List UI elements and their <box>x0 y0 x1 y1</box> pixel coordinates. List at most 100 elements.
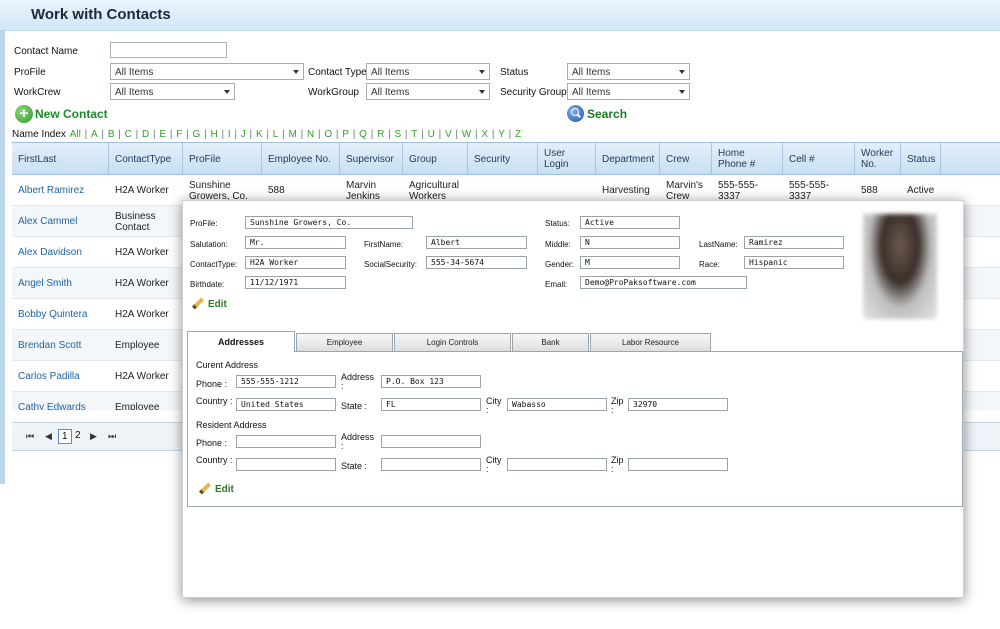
status-select[interactable]: All Items <box>567 63 690 80</box>
contact-name-link[interactable]: Brendan Scott <box>12 330 109 361</box>
current-state-label: State : <box>341 401 368 411</box>
separator: | <box>150 129 159 140</box>
resident-zip-field[interactable] <box>628 458 728 471</box>
separator: | <box>367 129 377 140</box>
name-index-letter-i[interactable]: I <box>228 129 231 140</box>
name-index-letter-d[interactable]: D <box>142 129 149 140</box>
contact-name-input[interactable] <box>110 42 227 58</box>
name-index-letter-v[interactable]: V <box>445 129 452 140</box>
name-index-letter-t[interactable]: T <box>411 129 417 140</box>
edit-contact-button[interactable]: Edit <box>191 297 227 311</box>
workcrew-select[interactable]: All Items <box>110 83 235 100</box>
contact-type-cell: H2A Worker <box>115 309 169 320</box>
workgroup-select[interactable]: All Items <box>366 83 490 100</box>
prev-page-icon[interactable]: ◀ <box>45 431 52 442</box>
name-index-letter-q[interactable]: Q <box>359 129 367 140</box>
name-index-letter-all[interactable]: All <box>70 129 81 140</box>
current-zip-label: Zip : <box>611 396 624 415</box>
security-group-label: Security Group <box>500 87 567 98</box>
contact-type-cell: H2A Worker <box>115 247 169 258</box>
name-index-letter-m[interactable]: M <box>288 129 296 140</box>
column-header-worker-no[interactable]: Worker No. <box>855 143 901 175</box>
name-index-letter-u[interactable]: U <box>428 129 435 140</box>
contact-type-select[interactable]: All Items <box>366 63 490 80</box>
column-header-supervisor[interactable]: Supervisor <box>340 143 403 175</box>
new-contact-button[interactable]: + New Contact <box>15 105 108 123</box>
profile-select[interactable]: All Items <box>110 63 304 80</box>
name-index-letter-l[interactable]: L <box>273 129 279 140</box>
name-index-letter-s[interactable]: S <box>394 129 401 140</box>
column-header-cell[interactable]: Cell # <box>783 143 855 175</box>
contact-name-link[interactable]: Bobby Quintera <box>12 299 109 330</box>
page-number[interactable]: 1 <box>58 429 72 444</box>
column-header-user-login[interactable]: User Login <box>538 143 596 175</box>
current-country-field[interactable]: United States <box>236 398 336 411</box>
tab-bank[interactable]: Bank <box>512 333 589 351</box>
contact-type-cell: Business Contact <box>115 210 156 233</box>
search-button[interactable]: Search <box>567 105 627 122</box>
column-header-profile[interactable]: ProFile <box>183 143 262 175</box>
page-number[interactable]: 2 <box>72 429 84 442</box>
first-page-icon[interactable]: ⏮ <box>26 431 34 442</box>
current-zip-field[interactable]: 32970 <box>628 398 728 411</box>
contact-name-link[interactable]: Alex Davidson <box>12 237 109 268</box>
profile-label: ProFile: <box>190 219 218 228</box>
name-index-letter-r[interactable]: R <box>377 129 384 140</box>
name-index-letter-z[interactable]: Z <box>515 129 521 140</box>
name-index-letter-k[interactable]: K <box>256 129 263 140</box>
tab-labor-resource[interactable]: Labor Resource <box>590 333 711 351</box>
name-index-letter-h[interactable]: H <box>210 129 217 140</box>
current-address-field[interactable]: P.O. Box 123 <box>381 375 481 388</box>
tab-login-controls[interactable]: Login Controls <box>394 333 511 351</box>
name-index-letter-f[interactable]: F <box>176 129 182 140</box>
resident-phone-field[interactable] <box>236 435 336 448</box>
column-header-security[interactable]: Security <box>468 143 538 175</box>
name-index-letter-a[interactable]: A <box>91 129 98 140</box>
workgroup-label: WorkGroup <box>308 87 359 98</box>
name-index-letter-y[interactable]: Y <box>498 129 505 140</box>
contact-name-link[interactable]: Angel Smith <box>12 268 109 299</box>
name-index-letter-p[interactable]: P <box>342 129 349 140</box>
column-header-department[interactable]: Department <box>596 143 660 175</box>
column-header-status[interactable]: Status <box>901 143 941 175</box>
contact-name-link[interactable]: Albert Ramirez <box>12 175 109 206</box>
current-address-label: Address : <box>341 372 375 391</box>
name-index-letter-w[interactable]: W <box>462 129 471 140</box>
name-index-letter-c[interactable]: C <box>125 129 132 140</box>
contact-photo <box>863 214 937 319</box>
column-header-crew[interactable]: Crew <box>660 143 712 175</box>
tab-addresses[interactable]: Addresses <box>187 331 295 352</box>
resident-country-field[interactable] <box>236 458 336 471</box>
salutation-label: Salutation: <box>190 240 228 249</box>
contact-name-link[interactable]: Cathy Edwards <box>12 392 109 410</box>
column-header-employee-no[interactable]: Employee No. <box>262 143 340 175</box>
name-index-letter-x[interactable]: X <box>481 129 488 140</box>
last-page-icon[interactable]: ⏭ <box>108 431 116 442</box>
column-header-home-phone[interactable]: Home Phone # <box>712 143 783 175</box>
current-state-field[interactable]: FL <box>381 398 481 411</box>
edit-label: Edit <box>208 298 227 310</box>
profile-select-value: All Items <box>115 67 154 78</box>
name-index-letter-j[interactable]: J <box>241 129 246 140</box>
resident-address-field[interactable] <box>381 435 481 448</box>
edit-address-button[interactable]: Edit <box>198 482 234 496</box>
name-index-letter-g[interactable]: G <box>193 129 201 140</box>
security-group-select[interactable]: All Items <box>567 83 690 100</box>
contact-name-link[interactable]: Carlos Padilla <box>12 361 109 392</box>
name-index-letter-b[interactable]: B <box>108 129 115 140</box>
column-header-group[interactable]: Group <box>403 143 468 175</box>
column-header-contacttype[interactable]: ContactType <box>109 143 183 175</box>
tab-employee[interactable]: Employee <box>296 333 393 351</box>
current-phone-field[interactable]: 555-555-1212 <box>236 375 336 388</box>
current-city-field[interactable]: Wabasso <box>507 398 607 411</box>
name-index-label: Name Index <box>12 129 66 140</box>
resident-state-field[interactable] <box>381 458 481 471</box>
name-index-letter-o[interactable]: O <box>324 129 332 140</box>
contact-name-link[interactable]: Alex Cammel <box>12 206 109 237</box>
resident-city-field[interactable] <box>507 458 607 471</box>
column-header-firstlast[interactable]: FirstLast <box>12 143 109 175</box>
next-page-icon[interactable]: ▶ <box>90 431 97 442</box>
separator: | <box>402 129 411 140</box>
name-index-letter-n[interactable]: N <box>307 129 314 140</box>
name-index-letter-e[interactable]: E <box>159 129 166 140</box>
